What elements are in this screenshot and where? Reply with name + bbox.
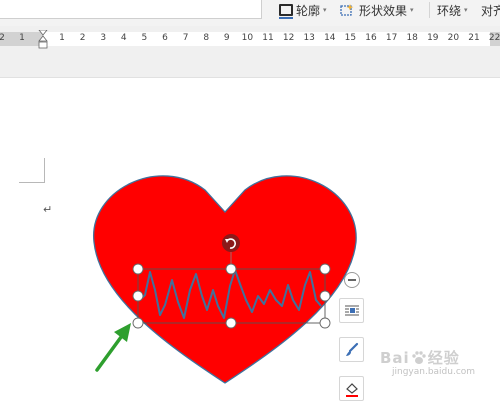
collapse-toolbar-button[interactable] <box>344 272 360 288</box>
fill-bucket-icon <box>345 382 358 397</box>
document-canvas <box>93 175 357 384</box>
resize-handle-bottom-middle[interactable] <box>225 317 237 329</box>
shape-fill-button[interactable] <box>339 376 364 401</box>
resize-handle-top-middle[interactable] <box>225 263 237 275</box>
resize-handle-top-left[interactable] <box>132 263 144 275</box>
paw-logo-icon <box>412 350 426 364</box>
baidu-jingyan-watermark: Bai 经验 jingyan.baidu.com <box>370 343 496 383</box>
text-wrap-icon <box>344 305 359 315</box>
brush-icon <box>345 342 358 356</box>
layout-options-button[interactable] <box>339 298 364 323</box>
watermark-url: jingyan.baidu.com <box>392 367 476 377</box>
heart-shape[interactable] <box>93 175 357 384</box>
rotate-handle[interactable] <box>222 234 240 252</box>
resize-handle-bottom-left[interactable] <box>132 317 144 329</box>
green-arrow-icon <box>95 323 131 372</box>
watermark-brand: Bai <box>380 348 410 367</box>
minus-icon <box>348 279 356 281</box>
resize-handle-top-right[interactable] <box>319 263 331 275</box>
resize-handle-bottom-right[interactable] <box>319 317 331 329</box>
resize-handle-middle-left[interactable] <box>132 290 144 302</box>
watermark-brand-cn: 经验 <box>427 349 460 367</box>
resize-handle-middle-right[interactable] <box>319 290 331 302</box>
shape-style-button[interactable] <box>339 337 364 362</box>
wps-document-window: 轮廓 ▾ 形状效果 ▾ 环绕 ▾ 对齐 2 1 1 2 3 4 5 6 7 8 9 10 11 12 13 1… <box>0 0 500 401</box>
